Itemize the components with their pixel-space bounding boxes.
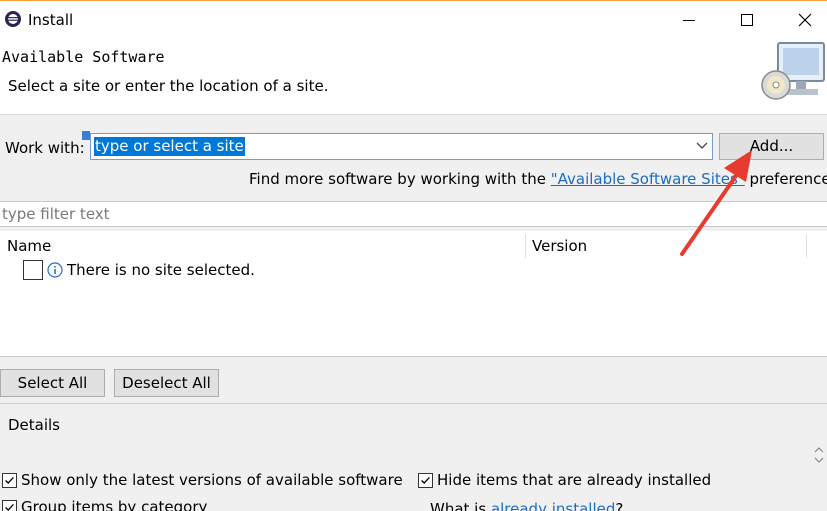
- work-with-value[interactable]: type or select a site: [94, 137, 245, 156]
- page-title: Available Software: [2, 48, 165, 66]
- dropdown-arrow-icon[interactable]: [696, 141, 708, 151]
- option-label: Group items by category: [21, 498, 208, 511]
- work-with-label: Work with:: [5, 139, 85, 157]
- column-header-name[interactable]: Name: [7, 237, 51, 255]
- content-assist-icon: [82, 131, 90, 140]
- checkbox-checked-icon[interactable]: [2, 500, 17, 511]
- install-banner-icon: [761, 42, 825, 100]
- what-is-installed-text: What is already installed?: [430, 500, 623, 511]
- work-with-combo[interactable]: type or select a site: [90, 133, 713, 160]
- details-section: Details: [0, 403, 827, 465]
- spinner-icon[interactable]: [812, 444, 826, 466]
- close-icon[interactable]: [796, 11, 814, 29]
- deselect-all-button[interactable]: Deselect All: [114, 369, 219, 397]
- wizard-banner: Available Software Select a site or ente…: [0, 38, 827, 115]
- available-software-sites-link[interactable]: "Available Software Sites": [551, 170, 745, 188]
- find-more-text: Find more software by working with the "…: [249, 170, 827, 188]
- row-label: There is no site selected.: [67, 261, 255, 279]
- minimize-icon[interactable]: [680, 11, 698, 29]
- maximize-icon[interactable]: [738, 11, 756, 29]
- details-label: Details: [8, 416, 61, 434]
- select-all-button[interactable]: Select All: [0, 369, 105, 397]
- option-label: Hide items that are already installed: [437, 471, 712, 489]
- column-header-version[interactable]: Version: [532, 237, 587, 255]
- option-label: Show only the latest versions of availab…: [21, 471, 403, 489]
- already-installed-link[interactable]: already installed: [491, 500, 615, 511]
- software-table: Name Version There is no site selected.: [0, 231, 827, 357]
- checkbox-checked-icon[interactable]: [418, 473, 433, 488]
- column-divider: [525, 234, 526, 258]
- checkbox-checked-icon[interactable]: [2, 473, 17, 488]
- filter-box: [0, 201, 827, 227]
- page-subtitle: Select a site or enter the location of a…: [8, 77, 329, 95]
- info-icon: [47, 262, 63, 278]
- filter-input[interactable]: [2, 205, 822, 223]
- title-bar: Install: [0, 0, 827, 38]
- window-title: Install: [28, 11, 74, 29]
- row-checkbox[interactable]: [23, 260, 43, 280]
- eclipse-icon: [5, 11, 21, 27]
- add-button[interactable]: Add...: [719, 133, 824, 160]
- column-divider: [806, 234, 807, 258]
